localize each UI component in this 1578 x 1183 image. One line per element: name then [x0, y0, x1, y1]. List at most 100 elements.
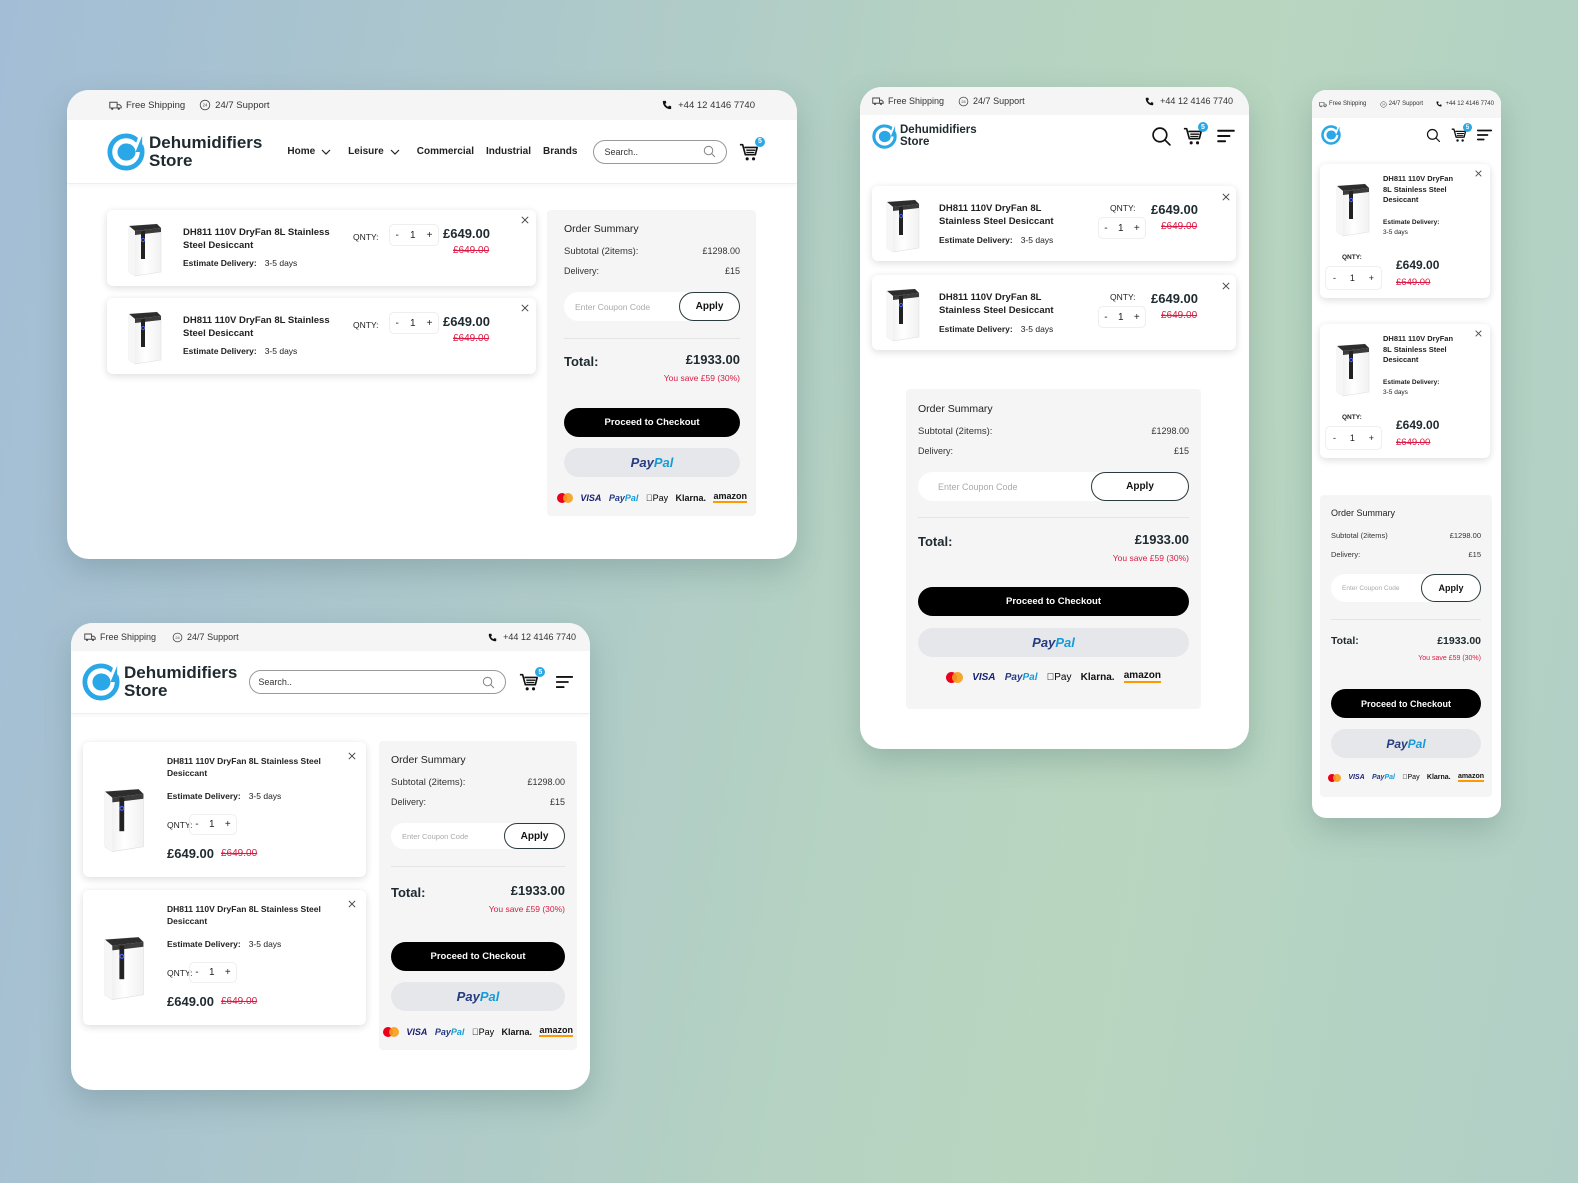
logo[interactable]: Dehumidifiers Store — [107, 133, 262, 171]
old-price: £649.00 — [1396, 277, 1431, 288]
search-icon[interactable] — [482, 676, 495, 689]
cart-button[interactable]: 5 — [1183, 122, 1208, 146]
truck-icon — [1319, 101, 1327, 108]
qty-decrease[interactable]: - — [1333, 433, 1336, 443]
qty-value[interactable]: 1 — [209, 819, 215, 830]
qty-decrease[interactable]: - — [396, 318, 399, 329]
nav-industrial[interactable]: Industrial — [486, 146, 531, 157]
divider — [391, 866, 565, 867]
qty-decrease[interactable]: - — [195, 819, 198, 830]
nav-leisure[interactable]: Leisure — [348, 146, 400, 157]
coupon-input[interactable]: Enter Coupon Code Apply — [564, 292, 740, 321]
qty-decrease[interactable]: - — [1333, 273, 1336, 283]
close-icon[interactable] — [521, 304, 529, 312]
product-name[interactable]: DH811 110V DryFan 8L Stainless Steel Des… — [167, 756, 327, 780]
paypal-button[interactable]: Pay Pal — [918, 628, 1189, 657]
menu-icon[interactable] — [1477, 129, 1492, 141]
qty-increase[interactable]: + — [427, 318, 433, 329]
search-input[interactable]: Search.. — [593, 139, 727, 164]
close-icon[interactable] — [521, 216, 529, 224]
product-image[interactable] — [882, 283, 922, 343]
checkout-button[interactable]: Proceed to Checkout — [564, 408, 740, 437]
search-icon[interactable] — [1426, 128, 1441, 143]
product-image[interactable] — [1332, 178, 1372, 238]
paypal-button[interactable]: Pay Pal — [564, 448, 740, 477]
qty-value[interactable]: 1 — [1350, 433, 1355, 443]
product-image[interactable] — [99, 930, 147, 1002]
qty-decrease[interactable]: - — [1104, 312, 1107, 323]
close-icon[interactable] — [1222, 282, 1230, 290]
menu-icon[interactable] — [556, 675, 573, 689]
qty-increase[interactable]: + — [1134, 312, 1140, 323]
product-name[interactable]: DH811 110V DryFan 8L Stainless Steel Des… — [1383, 334, 1463, 366]
total-value: £1933.00 — [510, 883, 565, 898]
cart-button[interactable]: 5 — [739, 136, 765, 162]
product-name[interactable]: DH811 110V DryFan 8L Stainless Steel Des… — [1383, 174, 1463, 206]
product-name[interactable]: DH811 110V DryFan 8L Stainless Steel Des… — [939, 202, 1064, 229]
close-icon[interactable] — [348, 752, 356, 760]
nav-home[interactable]: Home — [287, 146, 331, 157]
search-icon[interactable] — [703, 145, 716, 158]
cart-item: DH811 110V DryFan 8L Stainless Steel Des… — [1320, 324, 1490, 458]
qty-value[interactable]: 1 — [209, 967, 215, 978]
qty-increase[interactable]: + — [1134, 223, 1140, 234]
qty-value[interactable]: 1 — [410, 230, 416, 241]
coupon-input[interactable]: Enter Coupon Code Apply — [391, 823, 565, 849]
search-input[interactable]: Search.. — [249, 670, 507, 694]
product-image[interactable] — [124, 218, 164, 278]
apply-button[interactable]: Apply — [504, 823, 565, 849]
paypal-button[interactable]: Pay Pal — [1331, 729, 1481, 758]
close-icon[interactable] — [1475, 170, 1482, 177]
truck-icon — [872, 96, 884, 106]
paypal-button[interactable]: Pay Pal — [391, 982, 565, 1011]
qty-value[interactable]: 1 — [410, 318, 416, 329]
cart-button[interactable]: 5 — [519, 667, 546, 692]
cart-button[interactable]: 5 — [1451, 123, 1472, 143]
close-icon[interactable] — [348, 900, 356, 908]
close-icon[interactable] — [1222, 193, 1230, 201]
phone-link[interactable]: +44 12 4146 7740 — [662, 100, 755, 111]
product-image[interactable] — [124, 306, 164, 366]
apply-button[interactable]: Apply — [1421, 574, 1481, 602]
menu-icon[interactable] — [1217, 129, 1235, 143]
qty-increase[interactable]: + — [225, 967, 231, 978]
product-name[interactable]: DH811 110V DryFan 8L Stainless Steel Des… — [167, 904, 327, 928]
product-image[interactable] — [882, 194, 922, 254]
apple-pay-icon: Pay — [472, 1026, 494, 1037]
checkout-button[interactable]: Proceed to Checkout — [1331, 689, 1481, 718]
qty-decrease[interactable]: - — [195, 967, 198, 978]
qty-decrease[interactable]: - — [396, 230, 399, 241]
logo[interactable]: Dehumidifiers Store — [872, 124, 977, 149]
logo-icon[interactable] — [1321, 125, 1341, 145]
phone-link[interactable]: +44 12 4146 7740 — [1436, 101, 1494, 107]
coupon-input[interactable]: Enter Coupon Code Apply — [1331, 574, 1481, 602]
checkout-button[interactable]: Proceed to Checkout — [391, 942, 565, 971]
product-image[interactable] — [1332, 338, 1372, 398]
apply-button[interactable]: Apply — [679, 292, 740, 321]
support: 24/7 Support — [172, 632, 239, 643]
product-name[interactable]: DH811 110V DryFan 8L Stainless Steel Des… — [939, 291, 1064, 318]
product-image[interactable] — [99, 782, 147, 854]
coupon-input[interactable]: Enter Coupon Code Apply — [918, 472, 1189, 501]
phone-link[interactable]: +44 12 4146 7740 — [1145, 96, 1233, 106]
qty-increase[interactable]: + — [1369, 433, 1374, 443]
qty-increase[interactable]: + — [225, 819, 231, 830]
qty-label: QNTY: — [1342, 254, 1362, 261]
qty-increase[interactable]: + — [1369, 273, 1374, 283]
qty-increase[interactable]: + — [427, 230, 433, 241]
apply-button[interactable]: Apply — [1091, 472, 1189, 501]
product-name[interactable]: DH811 110V DryFan 8L Stainless Steel Des… — [183, 226, 333, 253]
qty-decrease[interactable]: - — [1104, 223, 1107, 234]
qty-value[interactable]: 1 — [1118, 312, 1124, 323]
phone-link[interactable]: +44 12 4146 7740 — [488, 632, 576, 642]
qty-value[interactable]: 1 — [1118, 223, 1124, 234]
checkout-button[interactable]: Proceed to Checkout — [918, 587, 1189, 616]
nav-brands[interactable]: Brands — [543, 146, 577, 157]
amazon-icon: amazon — [1457, 773, 1484, 782]
qty-value[interactable]: 1 — [1350, 273, 1355, 283]
close-icon[interactable] — [1475, 330, 1482, 337]
nav-commercial[interactable]: Commercial — [417, 146, 474, 157]
product-name[interactable]: DH811 110V DryFan 8L Stainless Steel Des… — [183, 314, 333, 341]
logo[interactable]: Dehumidifiers Store — [82, 663, 237, 701]
search-icon[interactable] — [1151, 126, 1172, 147]
